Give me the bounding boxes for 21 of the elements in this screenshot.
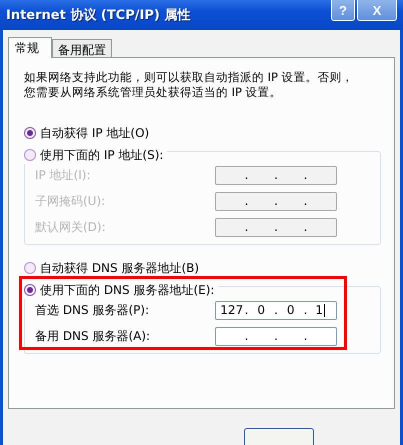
- tab[interactable]: 常规: [8, 37, 52, 58]
- description-text: 如果网络支持此功能，则可以获取自动指派的 IP 设置。否则，您需要从网络系统管理员处获得适当的 IP 设置。: [24, 70, 355, 100]
- dialog-button[interactable]: [244, 428, 314, 445]
- field-label: 子网掩码(U):: [35, 192, 106, 210]
- radio-indicator[interactable]: [24, 127, 36, 139]
- field-label: 首选 DNS 服务器(P):: [35, 302, 150, 318]
- window-title: Internet 协议 (TCP/IP) 属性: [6, 6, 190, 24]
- ip-address-field[interactable]: . . .: [215, 192, 337, 210]
- tab[interactable]: 备用配置: [52, 39, 112, 57]
- field-label: 备用 DNS 服务器(A):: [35, 328, 150, 344]
- ip-address-field[interactable]: 127. 0 . 0 . 1: [215, 300, 337, 320]
- ip-address-field[interactable]: . . .: [215, 218, 337, 236]
- ip-address-field[interactable]: . . .: [215, 326, 337, 346]
- radio-indicator[interactable]: [24, 284, 36, 296]
- field-label: 默认网关(D):: [35, 218, 106, 236]
- ip-address-field[interactable]: . . .: [215, 166, 337, 184]
- radio-button[interactable]: 使用下面的 DNS 服务器地址(E):: [24, 281, 218, 299]
- radio-indicator[interactable]: [24, 149, 36, 161]
- radio-indicator[interactable]: [24, 262, 36, 274]
- radio-button[interactable]: 使用下面的 IP 地址(S):: [24, 146, 168, 164]
- field-label: IP 地址(I):: [35, 166, 91, 184]
